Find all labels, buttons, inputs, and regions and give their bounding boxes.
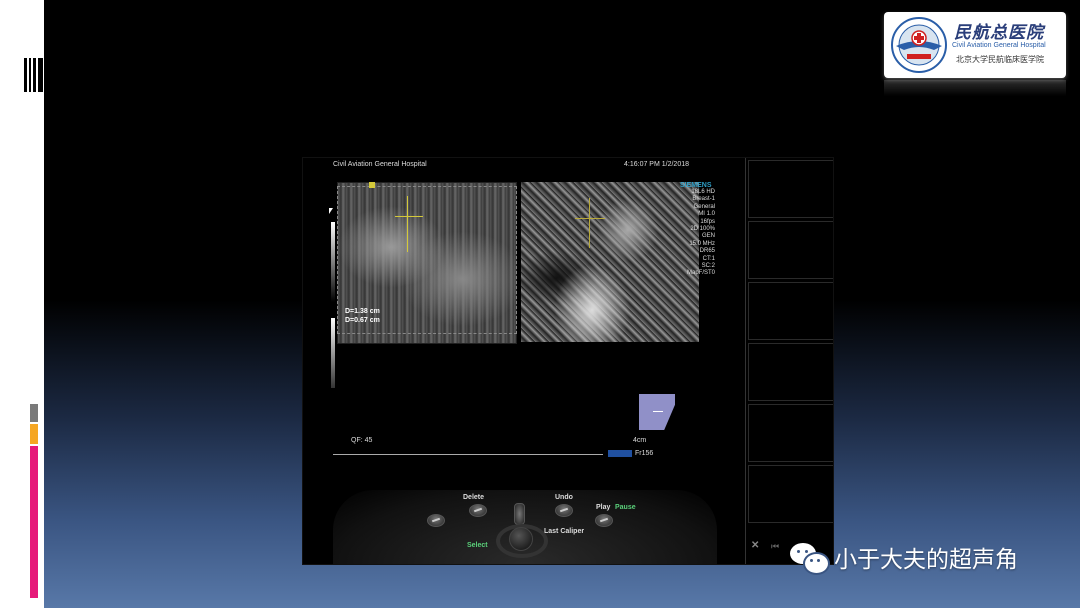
logo-en-name: Civil Aviation General Hospital (952, 42, 1046, 49)
param: Breast-1 (692, 196, 715, 203)
play-knob[interactable] (595, 514, 613, 527)
trackball[interactable] (509, 527, 533, 551)
pointer-icon (329, 208, 333, 214)
param: MapF/ST0 (686, 270, 715, 277)
qf-label: QF: 45 (351, 437, 373, 444)
select-label: Select (467, 542, 488, 549)
logo-zh-sub: 北京大学民航临床医学院 (956, 55, 1044, 64)
watermark-text: 小于大夫的超声角 (834, 547, 1018, 573)
grayscale-bar (331, 222, 335, 302)
param: 2D 100% (690, 226, 715, 233)
caliper-vertical[interactable] (407, 196, 408, 252)
left-knob[interactable] (427, 514, 445, 527)
cine-controls[interactable] (608, 450, 632, 457)
side-panel-box[interactable] (748, 343, 833, 401)
hospital-emblem-icon (891, 17, 947, 73)
panel-divider (745, 158, 746, 564)
ultrasound-image-elastography (521, 182, 699, 342)
grayscale-bar-2 (331, 318, 335, 388)
hospital-logo: 民航总医院 Civil Aviation General Hospital 北京… (884, 12, 1066, 78)
ultrasound-screen: Civil Aviation General Hospital 4:16:07 … (302, 157, 834, 565)
accent-bar-gray (30, 404, 38, 422)
brand-label: SIEMENS (680, 182, 712, 189)
logo-reflection (884, 80, 1066, 96)
delete-label: Delete (463, 494, 485, 501)
depth-label: 4cm (633, 437, 647, 444)
pause-label: Pause (615, 504, 636, 511)
param: DR65 (699, 248, 715, 255)
param: CT:1 (702, 255, 715, 262)
orientation-marker (369, 182, 375, 188)
accent-bar-orange (30, 424, 38, 444)
wechat-icon (790, 541, 830, 575)
side-panel-box[interactable] (748, 160, 833, 218)
close-icon[interactable]: ✕ (751, 540, 759, 551)
body-marker-icon (639, 394, 675, 430)
accent-bar-pink (30, 446, 38, 598)
center-knob[interactable] (514, 503, 525, 525)
play-label: Play (596, 504, 611, 511)
caliper-vertical-mirror (589, 198, 590, 248)
wechat-watermark: 小于大夫的超声角 (790, 540, 1018, 575)
delete-knob[interactable] (469, 504, 487, 517)
side-panel-box[interactable] (748, 221, 833, 279)
frame-label: Fr156 (635, 450, 654, 457)
undo-knob[interactable] (555, 504, 573, 517)
param: GEN (701, 233, 715, 240)
cine-timeline[interactable] (333, 454, 603, 455)
skip-icon[interactable]: ⏮ (771, 541, 779, 552)
undo-label: Undo (555, 494, 573, 501)
logo-zh-name: 民航总医院 (954, 23, 1044, 43)
us-institution: Civil Aviation General Hospital (333, 161, 427, 168)
side-panel-box[interactable] (748, 465, 833, 523)
caliper-horizontal-mirror (575, 218, 605, 219)
param: 16fps (700, 218, 715, 225)
param: 18L6 HD (691, 189, 715, 195)
caliper-horizontal[interactable] (395, 216, 423, 217)
side-panel-box[interactable] (748, 282, 833, 340)
param: SC:2 (701, 263, 715, 270)
param: General (693, 203, 715, 210)
scan-params: 18L6 HD Breast-1 General MI 1.0 16fps 2D… (675, 189, 715, 278)
us-datetime: 4:16:07 PM 1/2/2018 (624, 161, 689, 168)
last-caliper-label: Last Caliper (544, 528, 585, 535)
param: 15.0 MHz (689, 240, 715, 247)
bars-icon (24, 58, 44, 92)
param: MI 1.0 (698, 211, 715, 218)
side-panel-box[interactable] (748, 404, 833, 462)
measurement-1: D=1.38 cm (345, 308, 380, 315)
measurement-2: D=0.67 cm (345, 317, 380, 324)
